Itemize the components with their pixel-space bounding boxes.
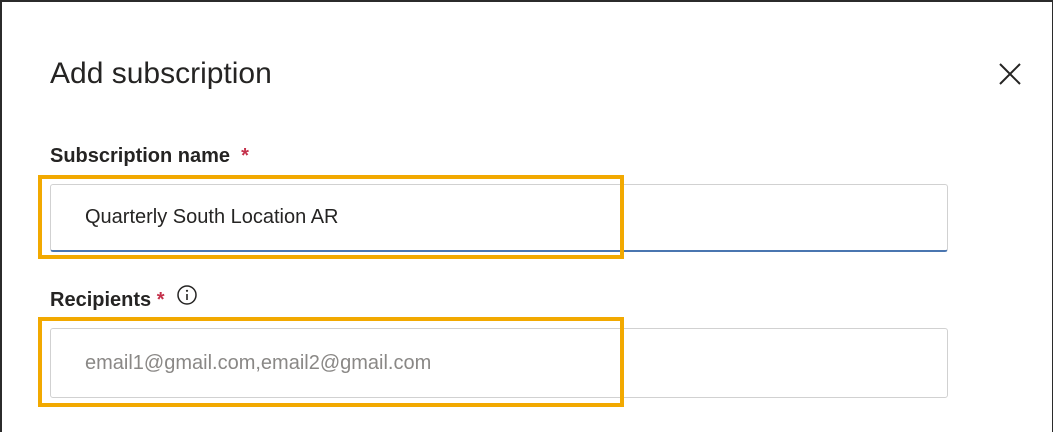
add-subscription-dialog: Add subscription Subscription name * Rec…: [0, 0, 1053, 432]
close-icon: [990, 54, 1030, 94]
recipients-label-text: Recipients: [50, 288, 152, 311]
subscription-name-label-text: Subscription name: [50, 145, 231, 167]
subscription-name-input[interactable]: [50, 184, 948, 252]
subscription-name-label: Subscription name *: [50, 143, 249, 169]
info-icon[interactable]: [176, 284, 198, 313]
recipients-label: Recipients *: [50, 284, 198, 315]
required-marker: *: [156, 288, 165, 311]
dialog-title: Add subscription: [50, 57, 272, 90]
required-marker: *: [241, 145, 249, 167]
close-button[interactable]: [990, 54, 1030, 94]
recipients-input[interactable]: [50, 328, 948, 398]
